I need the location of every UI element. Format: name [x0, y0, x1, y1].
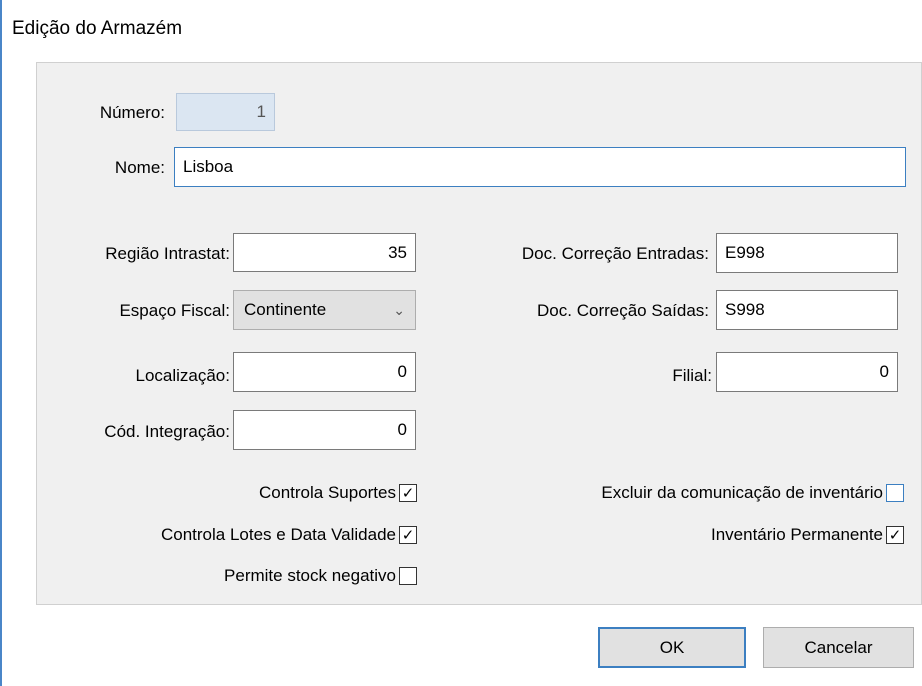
cod-integracao-field[interactable] [233, 410, 416, 450]
check-icon[interactable]: ✓ [886, 526, 904, 544]
check-icon[interactable]: ✓ [399, 526, 417, 544]
regiao-intrastat-field[interactable] [233, 233, 416, 272]
doc-correcao-entradas-label: Doc. Correção Entradas: [521, 244, 709, 263]
espaco-fiscal-select[interactable]: Continente ⌄ [233, 290, 416, 330]
espaco-fiscal-label: Espaço Fiscal: [119, 301, 230, 320]
controla-suportes-label: Controla Suportes [258, 483, 396, 502]
localizacao-label: Localização: [135, 366, 230, 385]
inventario-permanente-label: Inventário Permanente [711, 525, 883, 544]
espaco-fiscal-value: Continente [244, 300, 327, 319]
permite-stock-negativo-checkbox[interactable]: Permite stock negativo [224, 566, 417, 586]
numero-label: Número: [99, 103, 165, 122]
controla-lotes-label: Controla Lotes e Data Validade [160, 525, 396, 544]
cod-integracao-label: Cód. Integração: [104, 422, 230, 441]
chevron-down-icon: ⌄ [393, 302, 405, 318]
warehouse-form-panel [36, 62, 922, 605]
checkbox-empty-icon[interactable] [399, 567, 417, 585]
check-icon[interactable]: ✓ [399, 484, 417, 502]
excluir-comunicacao-label: Excluir da comunicação de inventário [601, 483, 883, 502]
inventario-permanente-checkbox[interactable]: Inventário Permanente ✓ [711, 525, 904, 545]
doc-correcao-saidas-field[interactable] [716, 290, 898, 330]
excluir-comunicacao-checkbox[interactable]: Excluir da comunicação de inventário [601, 483, 904, 503]
checkbox-empty-icon[interactable] [886, 484, 904, 502]
permite-stock-negativo-label: Permite stock negativo [224, 566, 396, 585]
doc-correcao-saidas-label: Doc. Correção Saídas: [537, 301, 709, 320]
dialog-title: Edição do Armazém [12, 18, 183, 39]
doc-correcao-entradas-field[interactable] [716, 233, 898, 273]
window-left-border [0, 0, 2, 686]
filial-field[interactable] [716, 352, 898, 392]
nome-label: Nome: [114, 158, 165, 177]
localizacao-field[interactable] [233, 352, 416, 392]
numero-field[interactable] [176, 93, 275, 131]
controla-lotes-checkbox[interactable]: Controla Lotes e Data Validade ✓ [161, 525, 417, 545]
ok-button[interactable]: OK [598, 627, 746, 668]
filial-label: Filial: [672, 366, 712, 385]
nome-field[interactable] [174, 147, 906, 187]
controla-suportes-checkbox[interactable]: Controla Suportes ✓ [259, 483, 417, 503]
cancel-button[interactable]: Cancelar [763, 627, 914, 668]
regiao-intrastat-label: Região Intrastat: [105, 244, 230, 263]
